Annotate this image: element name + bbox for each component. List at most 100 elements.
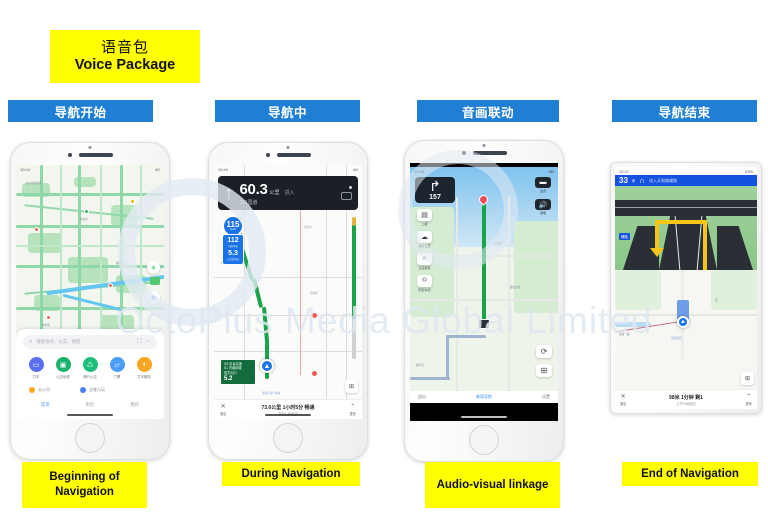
shortcut-label: 去哪儿玩 bbox=[89, 387, 105, 392]
quick-action-taxi[interactable]: ▭ 打车 bbox=[25, 357, 47, 379]
current-speed-value: 112 bbox=[227, 237, 239, 244]
slide-root: 语音包 Voice Package 导航开始 导航中 音画联动 导航结束 北京市… bbox=[0, 0, 768, 514]
phone-mockup-3: 人民路 建设大街 康宁街 10:48 4G ↱ 157 ▤ 上报 ☁ 偏好设置 … bbox=[404, 140, 564, 462]
shortcuts-row: 去公司 去哪儿玩 bbox=[23, 387, 157, 393]
tab-home[interactable]: 首页 bbox=[41, 402, 50, 408]
search-icon: ⌕ bbox=[417, 253, 432, 265]
quick-action-car-service[interactable]: ◖ 打车服务 bbox=[133, 357, 155, 379]
home-indicator bbox=[265, 414, 311, 416]
banner-road: 311国道 bbox=[239, 199, 258, 206]
more-panel-button[interactable]: ⌃ 更多 bbox=[746, 393, 752, 406]
report-button[interactable]: ▤ 上报 bbox=[416, 209, 433, 226]
more-options-button[interactable]: ⊞ bbox=[741, 372, 754, 385]
status-time: 10:48 bbox=[414, 168, 425, 174]
overview-icon: ▬ bbox=[535, 177, 551, 188]
page-title-cn: 语音包 bbox=[100, 38, 149, 56]
u-turn-icon: ∩ bbox=[639, 175, 646, 185]
close-icon[interactable] bbox=[349, 186, 352, 189]
phone-earpiece-row bbox=[405, 149, 563, 157]
map-canvas-audio-visual[interactable]: 人民路 建设大街 康宁街 10:48 4G ↱ 157 ▤ 上报 ☁ 偏好设置 … bbox=[410, 167, 558, 403]
turn-right-icon: ↱ bbox=[429, 178, 441, 194]
continue-nav-button[interactable]: 继续导航 bbox=[476, 394, 492, 400]
map-canvas-end[interactable]: ▲ 嘉和一品 天和佳园 街 ⊞ bbox=[615, 270, 757, 389]
phone-mockup-4: 10:47 53% 33 米 ∩ 进入天和路辅路 辅路 ▲ 嘉和一品 天和佳园 … bbox=[610, 162, 762, 414]
report-icon: ▤ bbox=[417, 209, 432, 221]
status-battery: 53% bbox=[744, 168, 753, 174]
home-button[interactable] bbox=[469, 425, 499, 455]
banner-unit: 公里 bbox=[269, 189, 280, 196]
search-bar[interactable]: ⌕ 搜索地点、公交、地铁 ⛶ ◠ bbox=[23, 335, 157, 349]
tab-mine[interactable]: 我的 bbox=[130, 402, 139, 408]
phone-mockup-2: 京台高速 济南市 历城区 济南长清广场站 10:44 4G ↑ 6 bbox=[208, 142, 368, 460]
chevron-up-icon: ⌃ bbox=[746, 394, 752, 400]
lane-card-icon bbox=[341, 192, 352, 200]
overview-button[interactable]: ▬ 全览 bbox=[534, 177, 552, 193]
quick-actions-row: ▭ 打车 ▣ 公交地铁 ♺ 骑行公交 ▱ 门票 ◖ 打车服务 bbox=[23, 357, 157, 379]
phone4-screen: 10:47 53% 33 米 ∩ 进入天和路辅路 辅路 ▲ 嘉和一品 天和佳园 … bbox=[615, 167, 757, 409]
bike-icon: ♺ bbox=[82, 357, 98, 372]
volume-button[interactable]: 🔊 音量 bbox=[534, 199, 552, 215]
shortcut-where-to-play[interactable]: 去哪儿玩 bbox=[80, 387, 105, 393]
status-time: 10:47 bbox=[619, 168, 630, 174]
left-toolbar: ▤ 上报 ☁ 偏好设置 ⌕ 沿途搜索 ⛗ 附近车况 bbox=[416, 209, 433, 292]
shortcut-go-company[interactable]: 去公司 bbox=[29, 387, 50, 393]
bus-icon: ▣ bbox=[55, 357, 71, 372]
exit-navigation-button[interactable]: ✕ 退出 bbox=[620, 393, 626, 406]
more-panel-button[interactable]: ⌃ 更多 bbox=[350, 403, 356, 416]
map-traffic-toggle[interactable] bbox=[150, 277, 160, 285]
settings-button[interactable]: 设置 bbox=[542, 394, 550, 400]
locate-me-button[interactable]: ◉ bbox=[147, 291, 160, 304]
quick-action-bus[interactable]: ▣ 公交地铁 bbox=[52, 357, 74, 379]
current-speed-box: 112 当前车速 5.3 公里后到达 bbox=[222, 234, 244, 265]
nearby-traffic-button[interactable]: ⛗ 附近车况 bbox=[416, 275, 433, 292]
phone2-status-bar: 10:44 4G bbox=[214, 165, 362, 173]
quick-action-label: 骑行公交 bbox=[83, 375, 97, 379]
route-search-label: 沿途搜索 bbox=[418, 266, 431, 270]
quick-action-label: 打车 bbox=[32, 375, 40, 379]
banner-distance: 60.3 bbox=[239, 180, 268, 198]
status-signal: 4G bbox=[154, 166, 160, 172]
destination-label: 天和佳园 bbox=[671, 337, 682, 340]
exit-navigation-button[interactable]: ✕ 退出 bbox=[220, 403, 226, 416]
junction-label: 辅路 bbox=[619, 233, 630, 240]
preferences-button[interactable]: ☁ 偏好设置 bbox=[416, 231, 433, 248]
section-chip-navigating: 导航中 bbox=[215, 100, 360, 122]
current-position-marker: ▲ bbox=[260, 359, 274, 373]
search-input[interactable]: 搜索地点、公交、地铁 bbox=[36, 339, 133, 345]
map-layers-button[interactable]: ◈ bbox=[147, 261, 160, 274]
grid-icon[interactable]: ⊞ bbox=[536, 364, 552, 377]
car-service-icon: ◖ bbox=[136, 357, 152, 372]
settings-icon: ☁ bbox=[417, 231, 432, 243]
section-chip-audio-visual: 音画联动 bbox=[417, 100, 559, 122]
quick-action-bike[interactable]: ♺ 骑行公交 bbox=[79, 357, 101, 379]
phone3-screen: 人民路 建设大街 康宁街 10:48 4G ↱ 157 ▤ 上报 ☁ 偏好设置 … bbox=[410, 163, 558, 421]
home-button[interactable] bbox=[75, 423, 105, 453]
speaker-grill bbox=[276, 153, 311, 157]
highway-sign-distance: 5.2 bbox=[224, 376, 233, 382]
phone1-status-bar: 10:04 4G bbox=[16, 165, 164, 173]
caption-audio-visual-linkage: Audio-visual linkage bbox=[425, 462, 560, 508]
speaker-grill bbox=[78, 153, 113, 157]
remaining-distance-unit: 公里后到达 bbox=[227, 258, 239, 261]
page-title: 语音包 Voice Package bbox=[50, 30, 200, 83]
phone3-status-bar: 10:48 4G bbox=[410, 167, 558, 175]
header-unit: 米 bbox=[631, 179, 636, 183]
quick-action-ticket[interactable]: ▱ 门票 bbox=[106, 357, 128, 379]
refresh-icon[interactable]: ⟳ bbox=[536, 345, 552, 358]
scan-icon[interactable]: ⛶ bbox=[138, 339, 142, 346]
route-summary[interactable]: 98米 1分钟 剩1 上午9:48到达 bbox=[669, 394, 703, 406]
route-search-button[interactable]: ⌕ 沿途搜索 bbox=[416, 253, 433, 270]
home-indicator bbox=[461, 416, 507, 418]
more-options-button[interactable]: ⊞ bbox=[345, 380, 358, 393]
tab-nearby[interactable]: 附近 bbox=[86, 402, 95, 408]
exit-button[interactable]: 退出 bbox=[418, 394, 426, 400]
home-button[interactable] bbox=[273, 423, 303, 453]
route-summary-text: 98米 1分钟 剩1 bbox=[669, 394, 703, 401]
shortcut-label: 去公司 bbox=[38, 387, 50, 392]
phone-earpiece-row bbox=[209, 151, 367, 159]
ticket-icon: ▱ bbox=[109, 357, 125, 372]
volume-label: 音量 bbox=[539, 211, 546, 215]
camera-icon bbox=[67, 153, 72, 157]
quick-action-label: 打车服务 bbox=[137, 375, 151, 379]
voice-icon[interactable]: ◠ bbox=[146, 339, 151, 346]
